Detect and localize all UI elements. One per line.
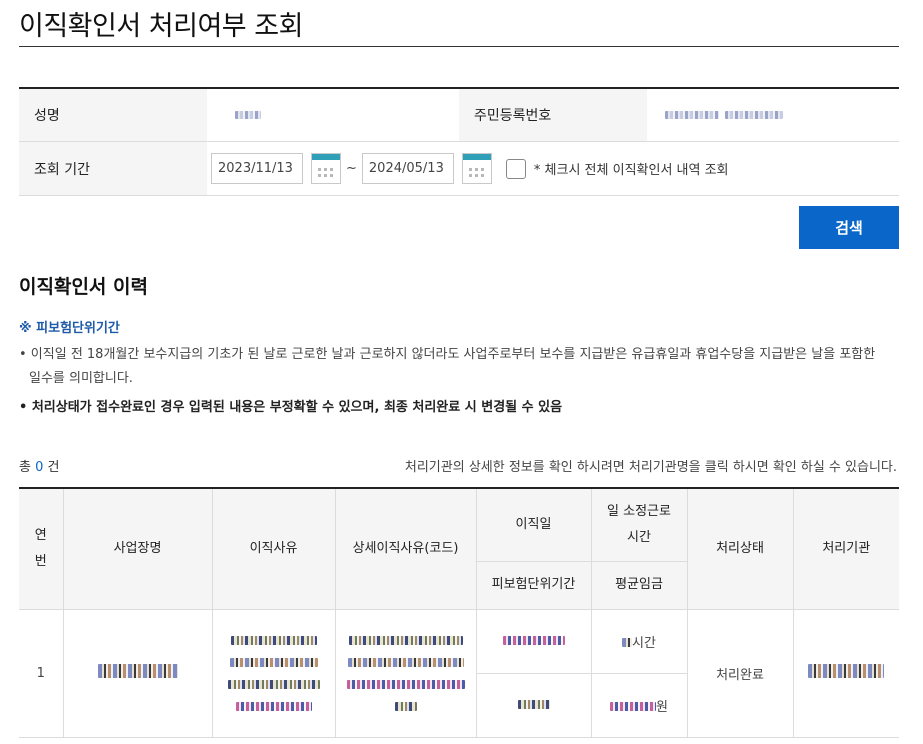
masked-detail-line (346, 679, 465, 689)
rrn-value (647, 89, 899, 141)
agency-help-text: 처리기관의 상세한 정보를 확인 하시려면 처리기관명을 클릭 하시면 확인 하… (404, 460, 897, 475)
masked-insured-period (517, 699, 550, 709)
end-calendar-icon[interactable] (461, 153, 492, 184)
header-status: 처리상태 (686, 488, 794, 610)
masked-workplace (97, 664, 178, 678)
masked-name (235, 111, 261, 119)
row-avg-wage: 원 (590, 672, 687, 738)
history-table: 연 번 사업장명 이직사유 상세이직사유(코드) 이직일 일 소정근로 시간 처… (19, 487, 899, 738)
title-divider (19, 46, 899, 47)
name-label: 성명 (19, 89, 207, 141)
check-all-checkbox[interactable] (505, 158, 526, 179)
masked-detail-line (394, 701, 417, 711)
form-row-identity: 성명 주민등록번호 (19, 89, 899, 142)
search-button[interactable]: 검색 (799, 206, 899, 249)
period-controls: 2023/11/13 ~ 2024/05/13 * 체크시 전체 이직확인서 내… (207, 142, 899, 195)
start-date-input[interactable]: 2023/11/13 (211, 153, 303, 184)
header-agency: 처리기관 (792, 488, 899, 610)
header-detail-reason: 상세이직사유(코드) (334, 488, 477, 610)
masked-detail-line (348, 635, 463, 645)
hours-suffix: 시간 (632, 635, 656, 651)
masked-hours (622, 637, 633, 647)
total-prefix: 총 (19, 460, 36, 475)
rrn-label: 주민등록번호 (459, 89, 647, 141)
wage-suffix: 원 (656, 699, 668, 715)
masked-leave-date (502, 635, 565, 645)
name-value (207, 89, 459, 141)
row-agency-link[interactable] (792, 608, 899, 738)
header-reason: 이직사유 (211, 488, 336, 610)
masked-rrn-front (665, 111, 719, 119)
header-avg-wage: 평균임금 (590, 560, 687, 610)
masked-detail-line (347, 657, 464, 667)
page-title: 이직확인서 처리여부 조회 (19, 11, 303, 42)
row-workplace (62, 608, 213, 738)
total-count-line: 총 0 건 (19, 456, 59, 475)
masked-reason-line (235, 701, 312, 711)
total-suffix: 건 (43, 460, 60, 475)
row-work-hours: 시간 (590, 608, 688, 674)
form-row-period: 조회 기간 2023/11/13 ~ 2024/05/13 * 체크시 전체 이… (19, 142, 899, 196)
masked-rrn-back (725, 111, 783, 119)
insured-period-note: • 이직일 전 18개월간 보수지급의 기초가 된 날로 근로한 날과 근로하지… (19, 347, 876, 386)
header-insured-period: 피보험단위기간 (476, 560, 592, 610)
row-no: 1 (19, 608, 64, 738)
masked-reason-line (227, 679, 320, 689)
masked-agency[interactable] (808, 664, 885, 678)
period-label: 조회 기간 (19, 142, 207, 195)
header-workplace: 사업장명 (62, 488, 213, 610)
status-note: • 처리상태가 접수완료인 경우 입력된 내용은 부정확할 수 있으며, 최종 … (19, 400, 563, 415)
end-date-input[interactable]: 2024/05/13 (361, 153, 454, 184)
header-leave-date: 이직일 (475, 488, 592, 562)
table-row: 1 시간 처리완료 (19, 608, 899, 738)
search-form: 성명 주민등록번호 조회 기간 2023/11/13 ~ 2024/05/13 … (19, 87, 899, 196)
row-leave-date (475, 608, 592, 674)
masked-reason-line (230, 635, 317, 645)
header-work-hours: 일 소정근로 시간 (590, 488, 688, 562)
masked-wage (610, 701, 657, 711)
row-status: 처리완료 (686, 608, 794, 738)
row-detail-reason (334, 608, 477, 738)
row-insured-period (476, 672, 592, 738)
history-section-title: 이직확인서 이력 (19, 276, 148, 298)
date-range-separator: ~ (346, 161, 357, 176)
check-all-label: * 체크시 전체 이직확인서 내역 조회 (533, 163, 729, 178)
insured-period-note-title: ※ 피보험단위기간 (19, 321, 120, 336)
header-no: 연 번 (19, 488, 64, 610)
start-calendar-icon[interactable] (311, 153, 341, 184)
masked-reason-line (229, 657, 318, 667)
row-reason (211, 608, 336, 738)
